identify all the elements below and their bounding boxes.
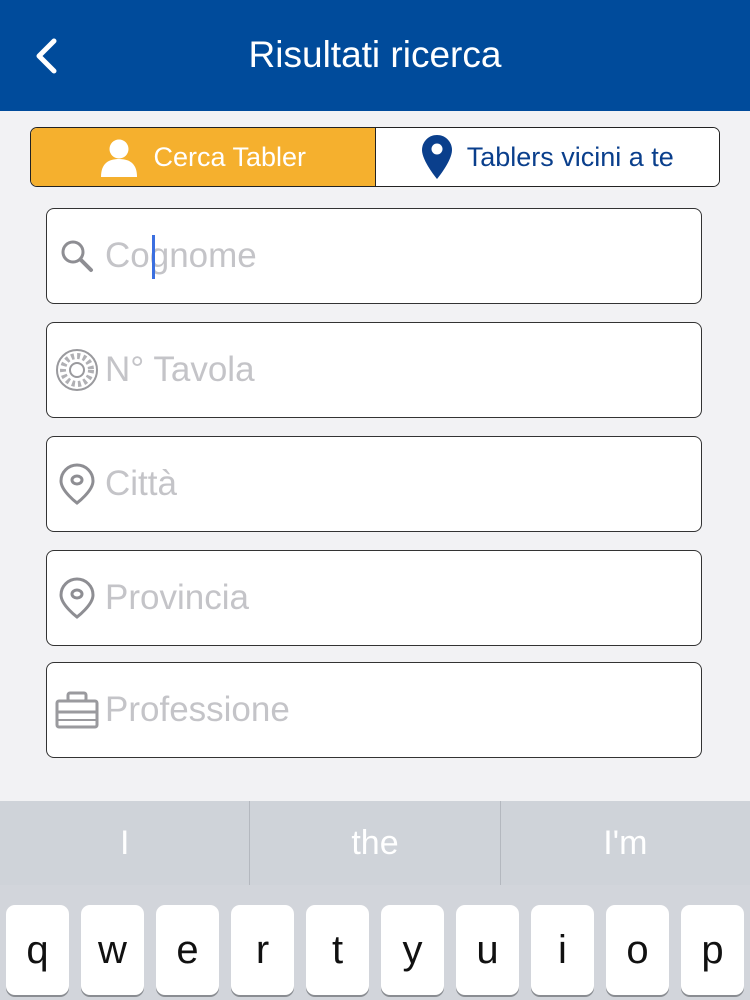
suggestion-3[interactable]: I'm <box>501 801 750 885</box>
citta-input[interactable] <box>105 464 665 504</box>
page-title: Risultati ricerca <box>248 34 502 75</box>
citta-field[interactable] <box>46 436 702 532</box>
key-y[interactable]: y <box>381 905 444 995</box>
tavola-field[interactable] <box>46 322 702 418</box>
nav-bar: Risultati ricerca <box>0 0 750 111</box>
tab-tablers-vicini[interactable]: Tablers vicini a te <box>375 128 719 186</box>
suggestion-2[interactable]: the <box>250 801 499 885</box>
key-e[interactable]: e <box>156 905 219 995</box>
location-pin-outline-icon <box>55 576 99 620</box>
cognome-input[interactable] <box>105 236 665 276</box>
professione-input[interactable] <box>105 690 665 730</box>
key-o[interactable]: o <box>606 905 669 995</box>
location-pin-icon <box>421 134 453 180</box>
keyboard: I the I'm q w e r t y u i o p <box>0 801 750 1000</box>
key-p[interactable]: p <box>681 905 744 995</box>
suggestion-1[interactable]: I <box>0 801 249 885</box>
tab-tablers-vicini-label: Tablers vicini a te <box>466 141 674 172</box>
key-u[interactable]: u <box>456 905 519 995</box>
suggestion-bar: I the I'm <box>0 801 750 885</box>
key-r[interactable]: r <box>231 905 294 995</box>
key-i[interactable]: i <box>531 905 594 995</box>
provincia-input[interactable] <box>105 578 665 618</box>
search-icon <box>55 238 99 274</box>
text-cursor <box>152 235 155 279</box>
location-pin-outline-icon <box>55 462 99 506</box>
briefcase-icon <box>55 690 99 730</box>
tavola-input[interactable] <box>105 350 665 390</box>
key-t[interactable]: t <box>306 905 369 995</box>
keyboard-row-1: q w e r t y u i o p <box>0 905 750 995</box>
key-q[interactable]: q <box>6 905 69 995</box>
professione-field[interactable] <box>46 662 702 758</box>
cognome-field[interactable] <box>46 208 702 304</box>
provincia-field[interactable] <box>46 550 702 646</box>
tab-cerca-tabler-label: Cerca Tabler <box>153 141 307 172</box>
person-icon <box>99 137 139 177</box>
key-w[interactable]: w <box>81 905 144 995</box>
tab-cerca-tabler[interactable]: Cerca Tabler <box>31 128 376 186</box>
search-mode-segment: Cerca Tabler Tablers vicini a te <box>30 127 720 187</box>
round-table-logo-icon <box>55 348 99 392</box>
